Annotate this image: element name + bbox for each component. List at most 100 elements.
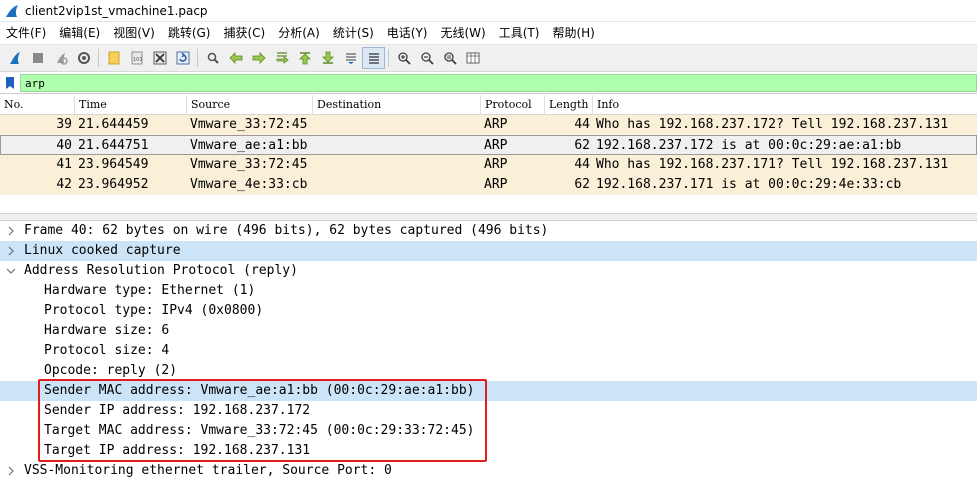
tree-item-vss-trailer[interactable]: VSS-Monitoring ethernet trailer, Source … — [0, 461, 977, 481]
packet-info: 192.168.237.171 is at 00:0c:29:4e:33:cb — [596, 177, 902, 192]
packet-row[interactable]: 39 21.644459 Vmware_33:72:45 ARP 44 Who … — [0, 115, 977, 135]
menu-help[interactable]: 帮助(H) — [546, 22, 601, 44]
reload-file-icon[interactable] — [171, 47, 194, 69]
close-file-icon[interactable] — [148, 47, 171, 69]
go-forward-icon[interactable] — [247, 47, 270, 69]
zoom-out-icon[interactable] — [415, 47, 438, 69]
tree-field-opcode[interactable]: Opcode: reply (2) — [0, 361, 977, 381]
chevron-right-icon[interactable] — [5, 221, 17, 241]
menu-edit[interactable]: 编辑(E) — [53, 22, 107, 44]
column-header-time[interactable]: Time — [74, 95, 186, 115]
column-header-destination[interactable]: Destination — [312, 95, 480, 115]
tree-field-target-mac[interactable]: Target MAC address: Vmware_33:72:45 (00:… — [0, 421, 977, 441]
menu-statistics[interactable]: 统计(S) — [327, 22, 381, 44]
menu-telephony[interactable]: 电话(Y) — [381, 22, 435, 44]
tree-field-label: Sender MAC address: Vmware_ae:a1:bb (00:… — [44, 383, 475, 398]
packet-destination — [316, 115, 476, 135]
menu-capture[interactable]: 捕获(C) — [217, 22, 272, 44]
packet-row[interactable]: 42 23.964952 Vmware_4e:33:cb ARP 62 192.… — [0, 175, 977, 195]
go-to-packet-icon[interactable] — [270, 47, 293, 69]
packet-info: Who has 192.168.237.171? Tell 192.168.23… — [596, 157, 949, 172]
zoom-normal-icon[interactable] — [438, 47, 461, 69]
wireshark-fin-icon — [6, 4, 18, 17]
packet-list: No. Time Source Destination Protocol Len… — [0, 95, 977, 213]
packet-time: 23.964952 — [78, 177, 149, 192]
packet-no: 39 — [56, 117, 72, 132]
packet-time: 21.644459 — [78, 117, 149, 132]
tree-field-target-ip[interactable]: Target IP address: 192.168.237.131 — [0, 441, 977, 461]
packet-source: Vmware_4e:33:cb — [190, 177, 308, 192]
tree-field-label: Target IP address: 192.168.237.131 — [44, 443, 311, 458]
menu-analyze[interactable]: 分析(A) — [272, 22, 327, 44]
chevron-right-icon[interactable] — [5, 241, 17, 261]
tree-field-label: Hardware size: 6 — [44, 323, 170, 338]
menu-tools[interactable]: 工具(T) — [493, 22, 547, 44]
resize-columns-icon[interactable] — [461, 47, 484, 69]
tree-field-hardware-type[interactable]: Hardware type: Ethernet (1) — [0, 281, 977, 301]
packet-no: 40 — [56, 138, 72, 153]
capture-options-icon[interactable] — [72, 47, 95, 69]
packet-destination — [316, 136, 476, 156]
tree-field-label: Target MAC address: Vmware_33:72:45 (00:… — [44, 423, 475, 438]
menu-view[interactable]: 视图(V) — [107, 22, 162, 44]
tree-item-label: Frame 40: 62 bytes on wire (496 bits), 6… — [24, 223, 549, 238]
go-last-icon[interactable] — [316, 47, 339, 69]
column-header-source[interactable]: Source — [186, 95, 312, 115]
packet-protocol: ARP — [484, 177, 508, 192]
bookmark-icon[interactable] — [1, 74, 19, 92]
chevron-right-icon[interactable] — [5, 461, 17, 481]
open-file-icon[interactable] — [102, 47, 125, 69]
auto-scroll-icon[interactable] — [339, 47, 362, 69]
packet-destination — [316, 175, 476, 195]
toolbar-separator — [197, 49, 198, 67]
packet-row[interactable]: 41 23.964549 Vmware_33:72:45 ARP 44 Who … — [0, 155, 977, 175]
tree-field-label: Opcode: reply (2) — [44, 363, 178, 378]
tree-field-hardware-size[interactable]: Hardware size: 6 — [0, 321, 977, 341]
tree-field-label: Hardware type: Ethernet (1) — [44, 283, 256, 298]
menu-file[interactable]: 文件(F) — [0, 22, 53, 44]
tree-item-linux-cooked[interactable]: Linux cooked capture — [0, 241, 977, 261]
packet-details-tree: Frame 40: 62 bytes on wire (496 bits), 6… — [0, 221, 977, 484]
tree-field-protocol-type[interactable]: Protocol type: IPv4 (0x0800) — [0, 301, 977, 321]
tree-field-sender-ip[interactable]: Sender IP address: 192.168.237.172 — [0, 401, 977, 421]
pane-splitter[interactable] — [0, 213, 977, 221]
tree-field-label: Protocol size: 4 — [44, 343, 170, 358]
window-title: client2vip1st_vmachine1.pacp — [25, 3, 208, 18]
packet-row-selected[interactable]: 40 21.644751 Vmware_ae:a1:bb ARP 62 192.… — [0, 135, 977, 155]
column-header-info[interactable]: Info — [592, 95, 977, 115]
tree-field-protocol-size[interactable]: Protocol size: 4 — [0, 341, 977, 361]
packet-length: 44 — [574, 157, 590, 172]
packet-source: Vmware_33:72:45 — [190, 117, 308, 132]
go-back-icon[interactable] — [224, 47, 247, 69]
column-header-protocol[interactable]: Protocol — [480, 95, 544, 115]
column-header-length[interactable]: Length — [544, 95, 592, 115]
packet-source: Vmware_33:72:45 — [190, 157, 308, 172]
save-file-icon[interactable]: 101 — [125, 47, 148, 69]
title-bar: client2vip1st_vmachine1.pacp — [0, 0, 977, 22]
menu-wireless[interactable]: 无线(W) — [435, 22, 493, 44]
tree-item-arp[interactable]: Address Resolution Protocol (reply) — [0, 261, 977, 281]
packet-info: 192.168.237.172 is at 00:0c:29:ae:a1:bb — [596, 138, 902, 153]
chevron-down-icon[interactable] — [5, 261, 17, 281]
tree-item-label: Address Resolution Protocol (reply) — [24, 263, 298, 278]
tree-field-label: Protocol type: IPv4 (0x0800) — [44, 303, 264, 318]
main-toolbar: 101 — [0, 44, 977, 72]
tree-item-frame[interactable]: Frame 40: 62 bytes on wire (496 bits), 6… — [0, 221, 977, 241]
column-header-no[interactable]: No. — [0, 95, 74, 115]
zoom-in-icon[interactable] — [392, 47, 415, 69]
stop-capture-icon[interactable] — [26, 47, 49, 69]
packet-source: Vmware_ae:a1:bb — [190, 138, 308, 153]
toolbar-separator — [388, 49, 389, 67]
restart-capture-icon[interactable] — [49, 47, 72, 69]
colorize-icon[interactable] — [362, 47, 385, 69]
packet-time: 21.644751 — [78, 138, 149, 153]
tree-item-label: Linux cooked capture — [24, 243, 181, 258]
go-first-icon[interactable] — [293, 47, 316, 69]
display-filter-input[interactable] — [20, 74, 977, 92]
packet-info: Who has 192.168.237.172? Tell 192.168.23… — [596, 117, 949, 132]
start-capture-icon[interactable] — [3, 47, 26, 69]
toolbar-separator — [98, 49, 99, 67]
find-packet-icon[interactable] — [201, 47, 224, 69]
menu-go[interactable]: 跳转(G) — [162, 22, 218, 44]
tree-field-sender-mac[interactable]: Sender MAC address: Vmware_ae:a1:bb (00:… — [0, 381, 977, 401]
